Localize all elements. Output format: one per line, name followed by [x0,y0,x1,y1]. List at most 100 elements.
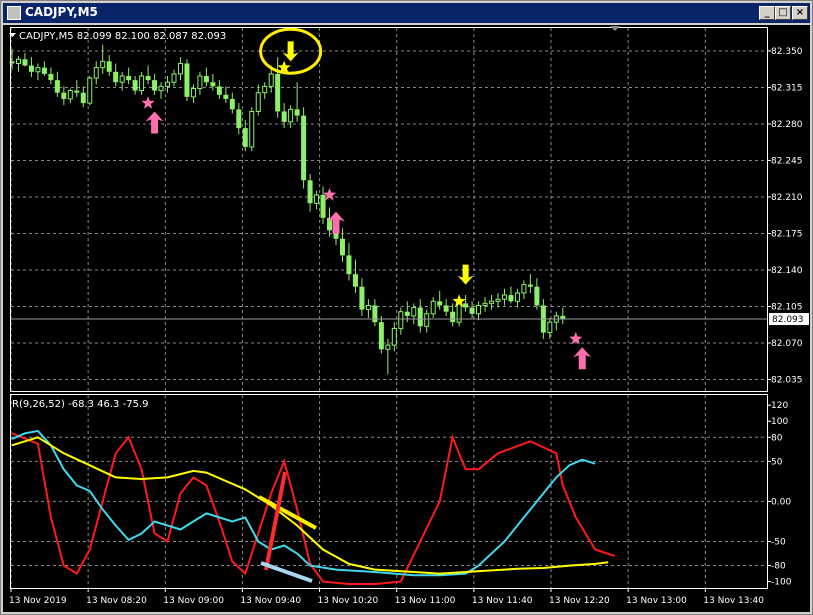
candle-body-bull [385,344,391,350]
indicator-panel-title: R(9,26,52) -68.3 46.3 -75.9 [12,399,148,410]
candle-body-bear [404,311,410,316]
candle-body-bear [359,286,365,310]
candle-body-bull [197,75,203,89]
candle-body-bull [255,92,261,112]
candle-body-bear [417,307,423,327]
candle-body-bear [152,80,158,91]
chart-area[interactable]: 82.350 82.315 82.280 82.245 82.210 82.175 82.1… [3,25,810,612]
candle-body-bear [437,301,443,306]
candle-body-bull [268,73,274,87]
candle-body-bear [80,92,86,104]
candle-body-bull [489,300,495,304]
candle-body-bear [372,305,378,323]
indicator-tick-label: -50 [771,538,786,548]
candle-body-bull [93,67,99,79]
candle-body-bear [61,92,67,99]
candle-body-bull [165,81,171,87]
candle-body-bear [184,63,190,97]
price-tick-label: 82.280 [771,120,803,130]
candle-body-bear [22,59,28,66]
candle-body-bear [74,90,80,93]
candle-body-bull [476,304,482,315]
candle-body-bear [229,98,235,110]
candle-body-bear [242,128,248,147]
candle-body-bear [534,286,540,306]
candle-body-bear [527,284,533,287]
candle-body-bear [378,322,384,350]
price-tick-label: 82.035 [771,376,803,386]
price-tick-label: 82.105 [771,303,803,313]
indicator-tick-label: 120 [771,401,788,411]
candle-body-bull [262,85,268,94]
candle-body-bear [203,75,209,83]
candle-body-bull [158,85,164,92]
candle-body-bear [307,180,313,204]
candle-body-bear [450,311,456,323]
candle-body-bear [281,111,287,122]
time-tick-label: 13 Nov 08:20 [86,596,147,606]
indicator-tick-label: 100 [771,417,788,427]
price-tick-label: 82.210 [771,193,803,203]
chart-window-icon [7,6,21,20]
candle-body-bear [145,75,151,81]
candle-body-bull [391,327,397,346]
time-tick-label: 13 Nov 10:20 [318,596,379,606]
candle-body-bear [275,73,281,112]
candle-body-bear [106,61,112,72]
price-tick-label: 82.140 [771,266,803,276]
candle-body-bear [223,94,229,99]
price-tick-label: 82.070 [771,339,803,349]
time-tick-label: 13 Nov 09:40 [240,596,301,606]
time-tick-label: 13 Nov 13:00 [626,596,687,606]
candle-body-bull [100,60,106,69]
candle-body-bull [365,304,371,311]
candle-body-bull [35,67,41,73]
candle-body-bear [210,82,216,87]
candle-body-bear [301,115,307,181]
window-title: CADJPY,M5 [25,5,98,19]
price-panel-title: CADJPY,M5 82.099 82.100 82.087 82.093 [19,31,226,42]
minimize-button[interactable]: _ [759,6,775,20]
time-tick-label: 13 Nov 13:40 [703,596,764,606]
candle-body-bear [216,86,222,95]
time-tick-label: 13 Nov 09:00 [163,596,224,606]
candle-body-bear [339,238,345,256]
candle-body-bull [482,302,488,306]
candle-body-bear [132,80,138,91]
time-tick-label: 13 Nov 2019 [9,596,67,606]
indicator-tick-label: 0.00 [771,497,791,507]
price-tick-label: 82.315 [771,83,803,93]
candle-body-bull [171,73,177,83]
price-tick-label: 82.175 [771,229,803,239]
candle-body-bear [48,73,54,81]
candle-body-bear [113,71,119,83]
indicator-tick-label: 50 [771,457,783,467]
candle-body-bear [28,65,34,72]
candle-body-bull [411,307,417,317]
candle-body-bull [87,77,93,104]
candle-body-bull [190,88,196,98]
candle-body-bull [424,313,430,327]
candle-body-bear [508,295,514,302]
maximize-button[interactable]: □ [775,6,791,20]
close-button[interactable]: × [792,6,808,20]
candle-body-bull [15,58,21,64]
candle-body-bear [443,305,449,312]
indicator-tick-label: 80 [771,433,783,443]
time-tick-label: 13 Nov 11:40 [472,596,533,606]
candle-body-bear [352,274,358,287]
candle-body-bull [514,292,520,302]
title-bar[interactable]: CADJPY,M5 _ □ × [3,3,810,23]
current-price-label: 82.093 [772,315,804,325]
candle-body-bull [521,284,527,294]
candle-body-bear [469,307,475,314]
candle-body-bull [119,75,125,83]
candle-body-bull [139,75,145,92]
candle-body-bull [177,62,183,75]
candle-body-bear [294,109,300,116]
candle-body-bull [501,294,507,300]
price-tick-label: 82.245 [771,156,803,166]
indicator-tick-label: -80 [771,562,786,572]
time-tick-label: 13 Nov 12:20 [549,596,610,606]
candle-body-bull [495,298,501,302]
